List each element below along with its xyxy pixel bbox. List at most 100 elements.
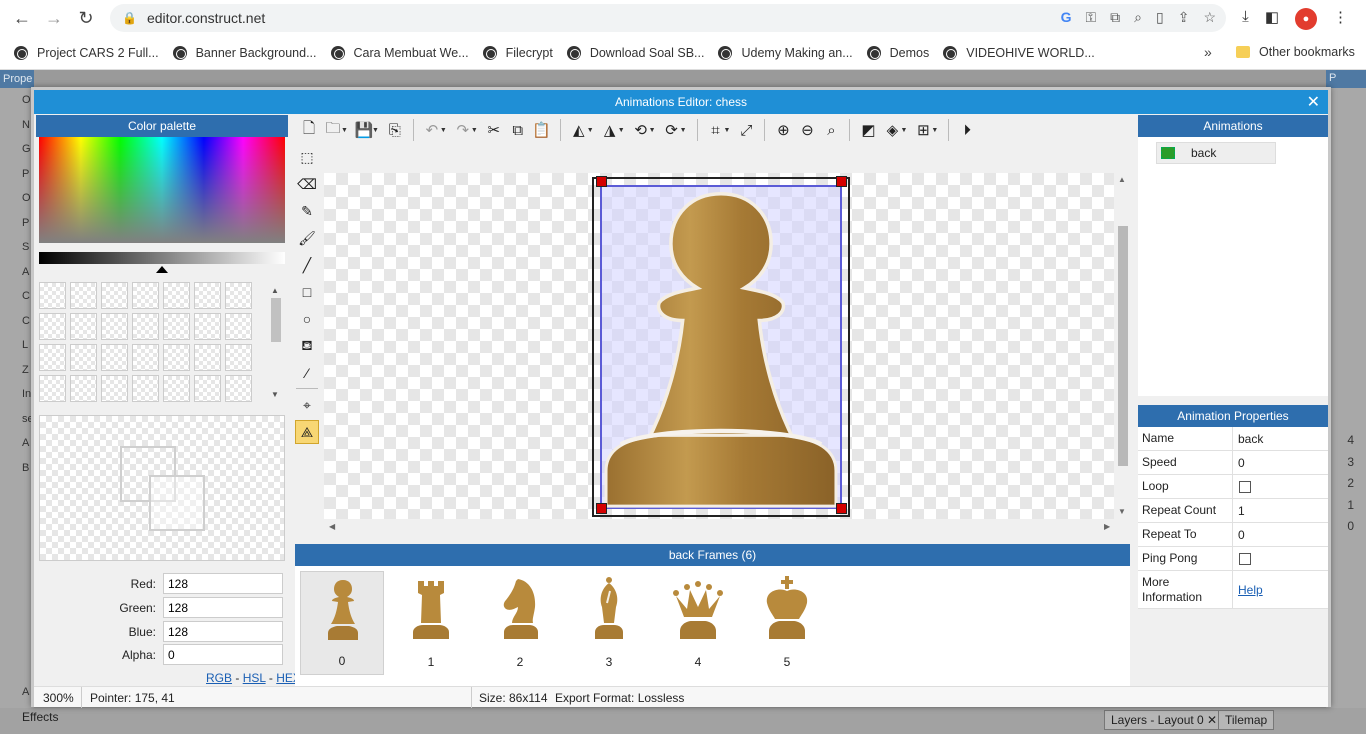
bookmark-item[interactable]: VIDEOHIVE WORLD...: [943, 45, 1095, 60]
sidepanel-icon[interactable]: ◧: [1265, 8, 1279, 30]
layers-tab[interactable]: Layers - Layout 0 ✕: [1104, 710, 1225, 730]
swatch-scroll-thumb[interactable]: [271, 298, 281, 342]
color-swatch[interactable]: [70, 282, 97, 309]
resize-icon[interactable]: ⤢: [734, 118, 758, 142]
primary-color-box[interactable]: [149, 475, 205, 531]
color-swatch[interactable]: [39, 375, 66, 402]
color-swatch[interactable]: [225, 313, 252, 340]
share-icon[interactable]: ⇪: [1178, 9, 1190, 26]
hsl-link[interactable]: HSL: [243, 671, 266, 685]
color-swatch[interactable]: [225, 344, 252, 371]
frame-item[interactable]: 1: [389, 571, 473, 675]
scroll-left-icon[interactable]: ◀: [329, 522, 335, 531]
key-icon[interactable]: ⚿: [1085, 9, 1096, 26]
zoom-in-icon[interactable]: ⊕: [771, 118, 795, 142]
resize-handle[interactable]: [836, 176, 847, 187]
rectangle-select-icon[interactable]: ⬚: [295, 145, 319, 169]
chevron-down-icon[interactable]: ▼: [587, 127, 594, 134]
name-value[interactable]: back: [1233, 432, 1263, 446]
color-swatch[interactable]: [132, 313, 159, 340]
tilemap-tab[interactable]: Tilemap: [1218, 710, 1275, 730]
resize-handle[interactable]: [596, 503, 607, 514]
other-bookmarks[interactable]: Other bookmarks: [1236, 45, 1355, 59]
brush-icon[interactable]: 🖌: [295, 226, 319, 250]
canvas-vscroll-thumb[interactable]: [1118, 226, 1128, 466]
canvas-horizontal-scrollbar[interactable]: ◀ ▶: [324, 520, 1114, 534]
bookmark-item[interactable]: Cara Membuat We...: [330, 45, 469, 60]
color-swatch[interactable]: [70, 313, 97, 340]
toggle-background-icon[interactable]: ◩: [856, 118, 880, 142]
frame-item[interactable]: 2: [478, 571, 562, 675]
chevron-down-icon[interactable]: ▼: [440, 127, 447, 134]
reload-icon[interactable]: ↻: [70, 2, 102, 34]
bookmark-item[interactable]: Project CARS 2 Full...: [14, 45, 159, 60]
canvas-vertical-scrollbar[interactable]: ▲ ▼: [1115, 173, 1129, 519]
bookmark-item[interactable]: Demos: [866, 45, 929, 60]
download-icon[interactable]: ⤓: [1242, 8, 1249, 30]
color-swatch[interactable]: [194, 282, 221, 309]
loop-checkbox[interactable]: [1239, 480, 1251, 493]
close-icon[interactable]: ✕: [1307, 92, 1320, 112]
chevron-down-icon[interactable]: ▼: [372, 127, 379, 134]
color-swatch[interactable]: [70, 344, 97, 371]
ping-pong-checkbox[interactable]: [1239, 552, 1251, 565]
speed-value[interactable]: 0: [1233, 456, 1245, 470]
scroll-up-icon[interactable]: ▲: [271, 286, 279, 295]
image-canvas[interactable]: [324, 173, 1114, 519]
color-swatch[interactable]: [39, 282, 66, 309]
frame-item[interactable]: 3: [567, 571, 651, 675]
color-swatch[interactable]: [101, 375, 128, 402]
chevron-down-icon[interactable]: ▼: [900, 127, 907, 134]
help-link[interactable]: Help: [1238, 583, 1263, 597]
color-swatch[interactable]: [194, 344, 221, 371]
color-picker-icon[interactable]: ⁄: [295, 361, 319, 385]
open-external-icon[interactable]: ⧉: [1110, 9, 1120, 26]
chevron-down-icon[interactable]: ▼: [471, 127, 478, 134]
color-swatch[interactable]: [163, 282, 190, 309]
address-bar[interactable]: 🔒 editor.construct.net G ⚿ ⧉ ⌕ ▯ ⇪ ☆: [110, 4, 1226, 32]
grayscale-slider[interactable]: [39, 252, 285, 264]
color-swatch[interactable]: [163, 313, 190, 340]
zoom-icon[interactable]: ⌕: [1134, 9, 1142, 26]
bookmarks-more-button[interactable]: »: [1204, 44, 1212, 60]
color-swatch[interactable]: [39, 344, 66, 371]
color-swatch[interactable]: [70, 375, 97, 402]
rectangle-icon[interactable]: □: [295, 280, 319, 304]
collision-polygon-icon[interactable]: ⟁: [295, 420, 319, 444]
green-input[interactable]: [163, 597, 283, 618]
red-input[interactable]: [163, 573, 283, 594]
zoom-out-icon[interactable]: ⊖: [795, 118, 819, 142]
scroll-up-icon[interactable]: ▲: [1118, 175, 1126, 184]
menu-kebab-icon[interactable]: ⋮: [1333, 8, 1348, 30]
ellipse-icon[interactable]: ○: [295, 307, 319, 331]
scroll-right-icon[interactable]: ▶: [1104, 522, 1110, 531]
chevron-down-icon[interactable]: ▼: [649, 127, 656, 134]
grayscale-marker-icon[interactable]: [156, 266, 168, 273]
resize-handle[interactable]: [836, 503, 847, 514]
color-spectrum[interactable]: [39, 137, 285, 243]
color-swatch[interactable]: [132, 282, 159, 309]
avatar[interactable]: ●: [1295, 8, 1317, 30]
frame-item[interactable]: 4: [656, 571, 740, 675]
frame-item[interactable]: 0: [300, 571, 384, 675]
scroll-down-icon[interactable]: ▼: [1118, 507, 1126, 516]
chevron-down-icon[interactable]: ▼: [680, 127, 687, 134]
export-icon[interactable]: ⎘: [383, 118, 407, 142]
cut-icon[interactable]: ✂: [482, 118, 506, 142]
chevron-down-icon[interactable]: ▼: [931, 127, 938, 134]
new-file-icon[interactable]: 🗋: [297, 118, 321, 142]
paste-icon[interactable]: 📋: [530, 118, 554, 142]
color-swatch[interactable]: [163, 344, 190, 371]
bookmark-item[interactable]: Banner Background...: [172, 45, 317, 60]
color-swatch[interactable]: [101, 344, 128, 371]
color-swatch[interactable]: [101, 313, 128, 340]
bookmark-item[interactable]: Download Soal SB...: [566, 45, 704, 60]
chevron-down-icon[interactable]: ▼: [341, 127, 348, 134]
color-swatch[interactable]: [39, 313, 66, 340]
color-swatch[interactable]: [194, 375, 221, 402]
pencil-icon[interactable]: ✎: [295, 199, 319, 223]
scroll-down-icon[interactable]: ▼: [271, 390, 279, 399]
line-icon[interactable]: ╱: [295, 253, 319, 277]
color-swatch[interactable]: [194, 313, 221, 340]
color-swatch[interactable]: [132, 344, 159, 371]
